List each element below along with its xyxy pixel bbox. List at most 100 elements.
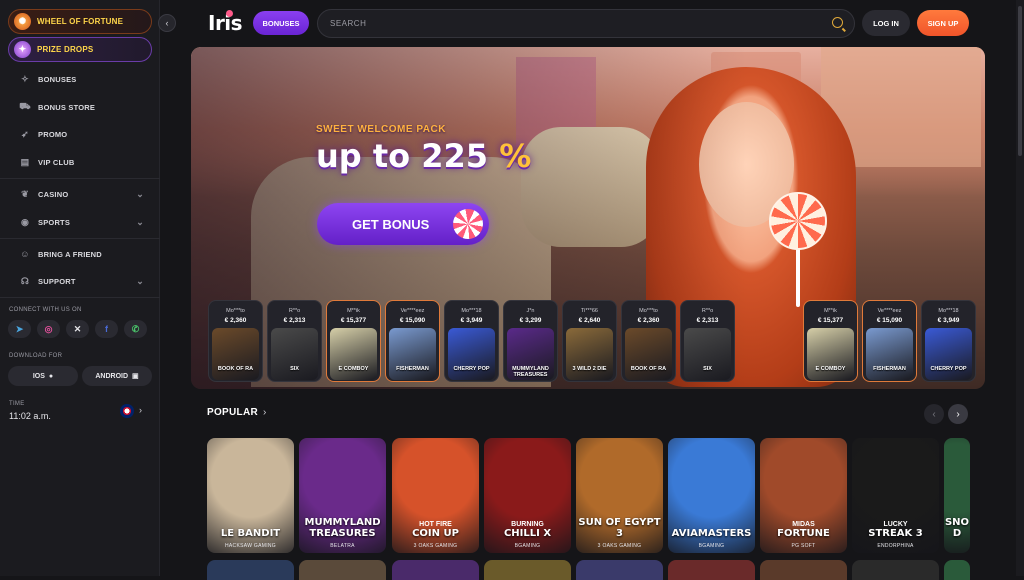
game-provider: PG SOFT (791, 543, 816, 549)
game-tile[interactable] (668, 560, 755, 580)
win-amount: € 3,949 (460, 317, 483, 324)
chevron-right-icon[interactable]: › (139, 405, 142, 415)
game-tile[interactable] (944, 560, 970, 580)
android-download-button[interactable]: ANDROID ▣ (82, 366, 152, 386)
recent-wins-strip: Mo***to € 2,360 BOOK OF RA R**o € 2,313 SIX M*… (191, 300, 985, 385)
hero-headline-text: up to 225 (316, 137, 489, 175)
chevron-down-icon: ⌄ (136, 188, 144, 199)
win-game-title: SIX (703, 366, 712, 372)
sidebar-item-vip-club[interactable]: ▤ VIP CLUB (8, 151, 152, 173)
wheel-of-fortune-button[interactable]: ✺ WHEEL OF FORTUNE (8, 9, 152, 34)
game-title: CHILLI X (503, 528, 552, 539)
game-tile[interactable]: SNO D (944, 438, 970, 553)
sidebar-item-sports[interactable]: ◉ SPORTS ⌄ (8, 211, 152, 233)
signup-button[interactable]: SIGN UP (917, 10, 969, 36)
hero-kicker: SWEET WELCOME PACK (316, 124, 446, 135)
game-title: STREAK 3 (868, 528, 923, 539)
win-card[interactable]: Ve****eez € 15,090 FISHERMAN (385, 300, 440, 382)
get-bonus-button[interactable]: GET BONUS (317, 203, 489, 245)
game-tile[interactable]: MIDAS FORTUNE PG SOFT (760, 438, 847, 553)
search-icon[interactable] (832, 17, 843, 28)
win-game-title: FISHERMAN (396, 366, 429, 372)
win-card[interactable]: M**ik € 15,377 E COMBOY (326, 300, 381, 382)
sidebar-item-bonuses[interactable]: ✧ BONUSES (8, 68, 152, 90)
top-bar: Iris BONUSES SEARCH LOG IN SIGN UP (160, 0, 1024, 46)
win-card[interactable]: Mo***18 € 3,949 CHERRY POP (921, 300, 976, 382)
sidebar-item-bring-a-friend[interactable]: ☺ BRING A FRIEND (8, 243, 152, 265)
lollipop-stick (796, 247, 800, 307)
win-amount: € 3,949 (937, 317, 960, 324)
game-thumbnail (866, 328, 913, 380)
game-tile[interactable]: SUN OF EGYPT 3 3 OAKS GAMING (576, 438, 663, 553)
win-amount: € 15,377 (817, 317, 844, 324)
sidebar-item-promo[interactable]: ➶ PROMO (8, 123, 152, 145)
win-user: Ve****eez (877, 308, 902, 314)
win-card[interactable]: M**ik € 15,377 E COMBOY (803, 300, 858, 382)
popular-title[interactable]: POPULAR (207, 407, 258, 418)
carousel-next-button[interactable]: › (948, 404, 968, 424)
win-card[interactable]: Ve****eez € 15,090 FISHERMAN (862, 300, 917, 382)
game-tile[interactable]: AVIAMASTERS BGAMING (668, 438, 755, 553)
game-tile[interactable]: LUCKY STREAK 3 ENDORPHINA (852, 438, 939, 553)
chevron-down-icon: ⌄ (136, 216, 144, 227)
game-provider: 3 OAKS GAMING (413, 543, 458, 549)
win-user: Ve****eez (400, 308, 425, 314)
sidebar-item-label: BRING A FRIEND (38, 249, 102, 259)
sidebar: ✺ WHEEL OF FORTUNE ✦ PRIZE DROPS ✧ BONUS… (0, 0, 160, 576)
game-tile[interactable] (484, 560, 571, 580)
game-tile[interactable] (392, 560, 479, 580)
telegram-icon[interactable]: ➤ (8, 320, 31, 338)
game-tile[interactable] (299, 560, 386, 580)
game-title: SNO D (944, 517, 970, 539)
prize-drops-button[interactable]: ✦ PRIZE DROPS (8, 37, 152, 62)
logo[interactable]: Iris (208, 11, 243, 35)
win-card[interactable]: Mo***to € 2,360 BOOK OF RA (621, 300, 676, 382)
login-button[interactable]: LOG IN (862, 10, 910, 36)
lollipop-icon (769, 192, 827, 250)
rocket-icon: ➶ (21, 128, 29, 139)
game-thumbnail (330, 328, 377, 380)
time-value: 11:02 a.m. (9, 411, 51, 421)
sidebar-item-support[interactable]: ☊ SUPPORT ⌄ (8, 270, 152, 292)
hero-headline: up to 225 % (316, 137, 531, 175)
win-card[interactable]: J*n € 3,299 MUMMYLAND TREASURES (503, 300, 558, 382)
facebook-icon[interactable]: f (95, 320, 118, 338)
game-tile[interactable] (760, 560, 847, 580)
game-tile[interactable]: LE BANDIT HACKSAW GAMING (207, 438, 294, 553)
win-game-title: MUMMYLAND TREASURES (512, 366, 549, 378)
sidebar-item-bonus-store[interactable]: ⛟ BONUS STORE (8, 96, 152, 118)
sidebar-item-label: VIP CLUB (38, 157, 75, 167)
win-amount: € 2,640 (578, 317, 601, 324)
win-amount: € 15,090 (399, 317, 426, 324)
game-tile[interactable]: HOT FIRE COIN UP 3 OAKS GAMING (392, 438, 479, 553)
win-card[interactable]: Mo***to € 2,360 BOOK OF RA (208, 300, 263, 382)
game-tile[interactable] (207, 560, 294, 580)
collapse-sidebar-button[interactable]: ‹ (158, 14, 176, 32)
game-subtitle: BURNING (511, 521, 544, 528)
instagram-icon[interactable]: ◎ (37, 320, 60, 338)
x-icon[interactable]: ✕ (66, 320, 89, 338)
divider (0, 238, 160, 239)
bonuses-button[interactable]: BONUSES (253, 11, 309, 35)
win-card[interactable]: R**o € 2,313 SIX (267, 300, 322, 382)
win-card[interactable]: Ti***66 € 2,640 3 WILD 2 DIE (562, 300, 617, 382)
win-card[interactable]: R**o € 2,313 SIX (680, 300, 735, 382)
carousel-prev-button[interactable]: ‹ (924, 404, 944, 424)
scrollbar-thumb[interactable] (1018, 6, 1022, 156)
game-tile[interactable]: BURNING CHILLI X BGAMING (484, 438, 571, 553)
game-thumbnail (925, 328, 972, 380)
connect-label: CONNECT WITH US ON (9, 307, 82, 313)
game-tile[interactable] (852, 560, 939, 580)
sidebar-item-casino[interactable]: ❦ CASINO ⌄ (8, 183, 152, 205)
chevron-right-icon[interactable]: › (263, 407, 266, 418)
uk-flag-icon[interactable] (120, 404, 134, 418)
search-input[interactable]: SEARCH (317, 9, 855, 38)
divider (0, 178, 160, 179)
whatsapp-icon[interactable]: ✆ (124, 320, 147, 338)
win-card[interactable]: Mo***18 € 3,949 CHERRY POP (444, 300, 499, 382)
scrollbar[interactable] (1016, 0, 1024, 576)
game-title: COIN UP (412, 528, 459, 539)
game-tile[interactable] (576, 560, 663, 580)
ios-download-button[interactable]: IOS ● (8, 366, 78, 386)
game-tile[interactable]: MUMMYLAND TREASURES BELATRA (299, 438, 386, 553)
